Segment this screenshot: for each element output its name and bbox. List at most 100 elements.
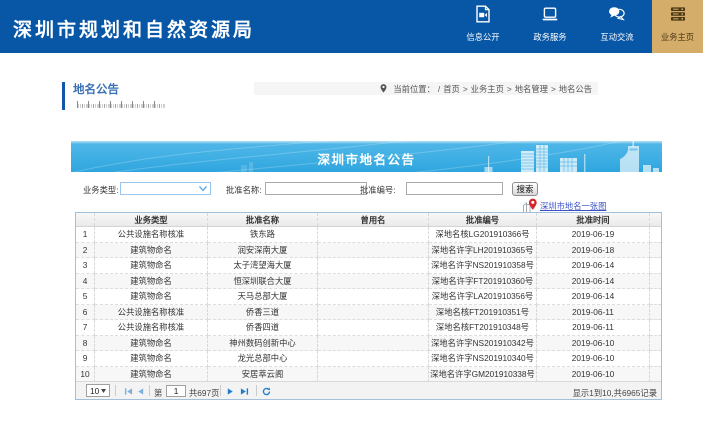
table-cell: 2019-06-10: [537, 351, 650, 367]
breadcrumb-separator: >: [551, 84, 556, 94]
table-cell: 2019-06-18: [537, 243, 650, 259]
table-cell-filler: [650, 289, 661, 305]
table-cell-filler: [650, 227, 661, 243]
page-number-input[interactable]: [166, 385, 186, 397]
business-type-select[interactable]: [120, 182, 211, 195]
page-size-value: 10: [90, 386, 99, 396]
last-page-button[interactable]: [240, 387, 249, 396]
table-cell: 6: [76, 305, 95, 321]
table-row[interactable]: 3建筑物命名太子湾望海大厦深地名许字NS201910358号2019-06-14: [76, 258, 661, 274]
table-row[interactable]: 4建筑物命名恒深圳联合大厦深地名许字FT201910360号2019-06-14: [76, 274, 661, 290]
breadcrumb-items: 首页>业务主页>地名管理>地名公告: [443, 83, 592, 95]
table-cell: 5: [76, 289, 95, 305]
table-cell-filler: [650, 367, 661, 383]
table-header-cell: 批准时间: [537, 213, 650, 226]
table-cell: 建筑物命名: [95, 351, 208, 367]
table-header-cell: 批准编号: [429, 213, 537, 226]
next-page-button[interactable]: [226, 387, 235, 396]
business-home-icon: [669, 5, 687, 23]
breadcrumb-prefix: 当前位置：: [393, 83, 435, 95]
table-row[interactable]: 7公共设施名称核准侨香四道深地名核FT201910348号2019-06-11: [76, 320, 661, 336]
table-cell: 安居萃云阁: [208, 367, 318, 383]
table-cell: 建筑物命名: [95, 289, 208, 305]
table-cell: 侨香四道: [208, 320, 318, 336]
table-row[interactable]: 2建筑物命名润安深南大厦深地名许字LH201910365号2019-06-18: [76, 243, 661, 259]
section-title-ruler: [77, 101, 165, 108]
table-cell: 深地名许字LH201910365号: [429, 243, 537, 259]
select-arrow-icon: [101, 389, 106, 393]
breadcrumb-separator: >: [507, 84, 512, 94]
table-header-filler: [650, 213, 661, 226]
table-cell: 2019-06-14: [537, 289, 650, 305]
top-header: 深圳市规划和自然资源局 信息公开 政务服务: [0, 0, 703, 53]
table-cell: 深地名许字LA201910356号: [429, 289, 537, 305]
pagination-bar: 10 第 共697页 显示1到10,共6965记录: [76, 381, 661, 399]
breadcrumb-link[interactable]: 首页: [443, 84, 460, 94]
table-cell-filler: [650, 320, 661, 336]
table-row[interactable]: 6公共设施名称核准侨香三道深地名核FT201910351号2019-06-11: [76, 305, 661, 321]
table-cell: 7: [76, 320, 95, 336]
breadcrumb: 当前位置： / 首页>业务主页>地名管理>地名公告: [254, 82, 598, 95]
table-cell: 建筑物命名: [95, 336, 208, 352]
table-cell: 2019-06-11: [537, 305, 650, 321]
table-row[interactable]: 10建筑物命名安居萃云阁深地名许字GM201910338号2019-06-10: [76, 367, 661, 383]
filter-name-label: 批准名称:: [226, 184, 262, 196]
pager-divider: [220, 385, 221, 396]
breadcrumb-link[interactable]: 地名管理: [515, 84, 548, 94]
nav-item-gov-service[interactable]: 政务服务: [517, 0, 583, 53]
table-cell: 神州数码创新中心: [208, 336, 318, 352]
breadcrumb-link[interactable]: 业务主页: [471, 84, 504, 94]
table-cell: 1: [76, 227, 95, 243]
table-row[interactable]: 9建筑物命名龙光总部中心深地名许字NS201910340号2019-06-10: [76, 351, 661, 367]
table-row[interactable]: 1公共设施名称核准铁东路深地名核LG201910366号2019-06-19: [76, 227, 661, 243]
nav-label: 业务主页: [652, 31, 703, 43]
table-cell: 深地名核LG201910366号: [429, 227, 537, 243]
table-cell: 深地名核FT201910348号: [429, 320, 537, 336]
city-map-link[interactable]: 深圳市地名一张图: [540, 200, 606, 212]
breadcrumb-link[interactable]: 地名公告: [559, 84, 592, 94]
table-cell: 天马总部大厦: [208, 289, 318, 305]
table-cell: 10: [76, 367, 95, 383]
table-cell-filler: [650, 336, 661, 352]
table-cell: [318, 305, 429, 321]
site-title: 深圳市规划和自然资源局: [13, 15, 255, 42]
table-cell-filler: [650, 243, 661, 259]
approval-code-input[interactable]: [406, 182, 503, 195]
total-pages-label: 共697页: [189, 387, 219, 399]
nav-label: 互动交流: [584, 31, 650, 43]
announcement-banner: 深圳市地名公告: [71, 141, 662, 172]
table-cell: 建筑物命名: [95, 243, 208, 259]
approved-name-input[interactable]: [265, 182, 367, 195]
table-cell: 深地名许字NS201910358号: [429, 258, 537, 274]
table-cell: 2: [76, 243, 95, 259]
page-prefix-label: 第: [154, 387, 162, 399]
page-size-select[interactable]: 10: [86, 384, 110, 397]
table-cell: 龙光总部中心: [208, 351, 318, 367]
chevron-down-icon: [199, 186, 207, 192]
first-page-button[interactable]: [124, 387, 133, 396]
table-cell: 2019-06-19: [537, 227, 650, 243]
table-cell: 2019-06-10: [537, 367, 650, 383]
table-header-cell: 业务类型: [95, 213, 208, 226]
search-button[interactable]: 搜索: [512, 182, 538, 196]
prev-page-button[interactable]: [136, 387, 145, 396]
section-title-bar: [62, 82, 65, 110]
nav-label: 政务服务: [517, 31, 583, 43]
table-row[interactable]: 5建筑物命名天马总部大厦 深地名许字LA201910356号2019-06-14: [76, 289, 661, 305]
table-header-cell: 曾用名: [318, 213, 429, 226]
table-cell: 侨香三道: [208, 305, 318, 321]
table-row[interactable]: 8建筑物命名神州数码创新中心深地名许字NS201910342号2019-06-1…: [76, 336, 661, 352]
table-cell: 2019-06-14: [537, 258, 650, 274]
nav-item-info-disclosure[interactable]: 信息公开: [450, 0, 516, 53]
pager-divider: [256, 385, 257, 396]
table-cell-filler: [650, 351, 661, 367]
nav-item-interaction[interactable]: 互动交流: [584, 0, 650, 53]
table-cell: 2019-06-14: [537, 274, 650, 290]
pager-status: 显示1到10,共6965记录: [573, 387, 657, 399]
refresh-button[interactable]: [262, 387, 271, 396]
table-cell: 深地名许字GM201910338号: [429, 367, 537, 383]
table-cell-filler: [650, 274, 661, 290]
gov-service-icon: [541, 5, 559, 23]
table-cell: 4: [76, 274, 95, 290]
nav-item-business-home[interactable]: 业务主页: [652, 0, 703, 53]
